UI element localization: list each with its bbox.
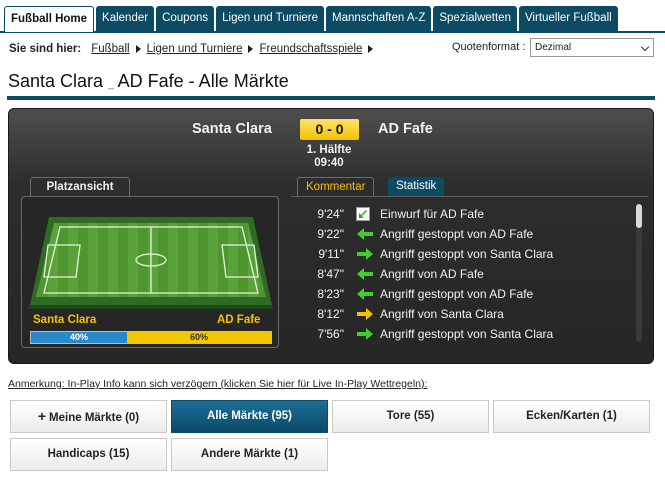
event-text: Angriff gestoppt von AD Fafe (380, 227, 534, 241)
period-label: 1. Hälfte (306, 144, 352, 156)
event-text: Angriff gestoppt von Santa Clara (380, 247, 554, 261)
alle-maerkte-button[interactable]: Alle Märkte (95) (171, 400, 328, 433)
throw-in-icon (356, 207, 374, 221)
breadcrumb-arrow-icon (248, 45, 254, 53)
page-title-separator: _ (108, 79, 114, 90)
event-row: 7'56" Angriff gestoppt von Santa Clara (300, 324, 630, 344)
quote-format-value: Dezimal (535, 42, 572, 53)
inplay-note-link[interactable]: Anmerkung: In-Play Info kann sich verzög… (8, 378, 427, 390)
match-clock: 09:40 (314, 157, 344, 169)
event-row: 9'24" Einwurf für AD Fafe (300, 204, 630, 224)
event-time: 8'47" (317, 267, 344, 281)
event-row: 8'23" Angriff gestoppt von AD Fafe (300, 284, 630, 304)
arrow-right-green-icon (356, 327, 374, 341)
event-time: 9'11" (318, 247, 344, 261)
tore-button[interactable]: Tore (55) (332, 400, 489, 433)
andere-maerkte-button[interactable]: Andere Märkte (1) (171, 438, 328, 471)
tab-mannschaften[interactable]: Mannschaften A-Z (326, 6, 432, 31)
event-time: 8'23" (317, 287, 344, 301)
home-possession: 40% (31, 332, 127, 343)
arrow-left-green-icon (356, 267, 374, 281)
away-team-name: AD Fafe (378, 121, 433, 137)
event-text: Angriff gestoppt von Santa Clara (380, 327, 554, 341)
plus-icon: + (37, 408, 47, 424)
pitch-home-label: Santa Clara (33, 314, 97, 326)
arrow-left-green-icon (356, 287, 374, 301)
event-text: Angriff von Santa Clara (380, 307, 504, 321)
handicaps-button[interactable]: Handicaps (15) (10, 438, 167, 471)
tab-virtueller-fussball[interactable]: Virtueller Fußball (518, 6, 618, 31)
breadcrumb-arrow-icon (368, 45, 374, 53)
event-time: 8'12" (317, 307, 344, 321)
event-row: 9'11" Angriff gestoppt von Santa Clara (300, 244, 630, 264)
breadcrumb-label: Sie sind hier: (9, 43, 82, 55)
event-text: Angriff gestoppt von AD Fafe (380, 287, 534, 301)
page-title-rest: AD Fafe - Alle Märkte (117, 71, 289, 91)
arrow-right-yellow-icon (356, 307, 374, 321)
page-title: Santa Clara _ AD Fafe - Alle Märkte (8, 71, 289, 92)
event-row: 9'22" Angriff gestoppt von AD Fafe (300, 224, 630, 244)
meine-maerkte-label: Meine Märkte (0) (49, 412, 140, 424)
chevron-down-icon (640, 42, 650, 52)
commentary-scroll-thumb[interactable] (636, 204, 642, 228)
home-team-name: Santa Clara (192, 121, 272, 137)
away-possession: 60% (127, 332, 271, 343)
page-title-home: Santa Clara (8, 71, 104, 91)
arrow-right-green-icon (356, 247, 374, 261)
event-time: 9'22" (317, 227, 344, 241)
tab-kalender[interactable]: Kalender (96, 6, 155, 31)
event-row: 8'47" Angriff von AD Fafe (300, 264, 630, 284)
meine-maerkte-button[interactable]: + Meine Märkte (0) (10, 400, 167, 433)
tab-coupons[interactable]: Coupons (156, 6, 215, 31)
event-text: Einwurf für AD Fafe (380, 207, 485, 221)
tab-ligen-und-turniere[interactable]: Ligen und Turniere (216, 6, 325, 31)
tab-platzansicht[interactable]: Platzansicht (30, 177, 130, 197)
arrow-left-green-icon (356, 227, 374, 241)
breadcrumb-item-freundschaftsspiele[interactable]: Freundschaftsspiele (259, 43, 362, 55)
tab-spezialwetten[interactable]: Spezialwetten (433, 6, 517, 31)
quote-format-label: Quotenformat : (452, 41, 526, 53)
title-divider (7, 96, 655, 100)
breadcrumb-arrow-icon (135, 45, 141, 53)
possession-bar: 40% 60% (30, 331, 272, 344)
pitch-graphic (28, 217, 274, 309)
quote-format-select[interactable]: Dezimal (530, 38, 654, 57)
pitch-away-label: AD Fafe (217, 314, 261, 326)
match-period: 1. Hälfte 09:40 (296, 144, 362, 170)
breadcrumb-item-ligen[interactable]: Ligen und Turniere (147, 43, 243, 55)
score-display: 0 - 0 (300, 119, 359, 140)
ecken-karten-button[interactable]: Ecken/Karten (1) (493, 400, 650, 433)
tab-kommentar[interactable]: Kommentar (297, 177, 375, 197)
tab-statistik[interactable]: Statistik (388, 177, 445, 197)
breadcrumb-item-fussball[interactable]: Fußball (91, 43, 129, 55)
event-row: 8'12" Angriff von Santa Clara (300, 304, 630, 324)
event-time: 9'24" (317, 207, 344, 221)
tab-fussball-home[interactable]: Fußball Home (4, 6, 95, 32)
event-list: 9'24" Einwurf für AD Fafe 9'22" Angriff ges… (300, 204, 630, 344)
top-nav-tabs: Fußball Home Kalender Coupons Ligen und … (0, 6, 665, 33)
breadcrumb: Sie sind hier: Fußball Ligen und Turnier… (9, 43, 379, 55)
event-time: 7'56" (317, 327, 344, 341)
event-text: Angriff von AD Fafe (380, 267, 484, 281)
